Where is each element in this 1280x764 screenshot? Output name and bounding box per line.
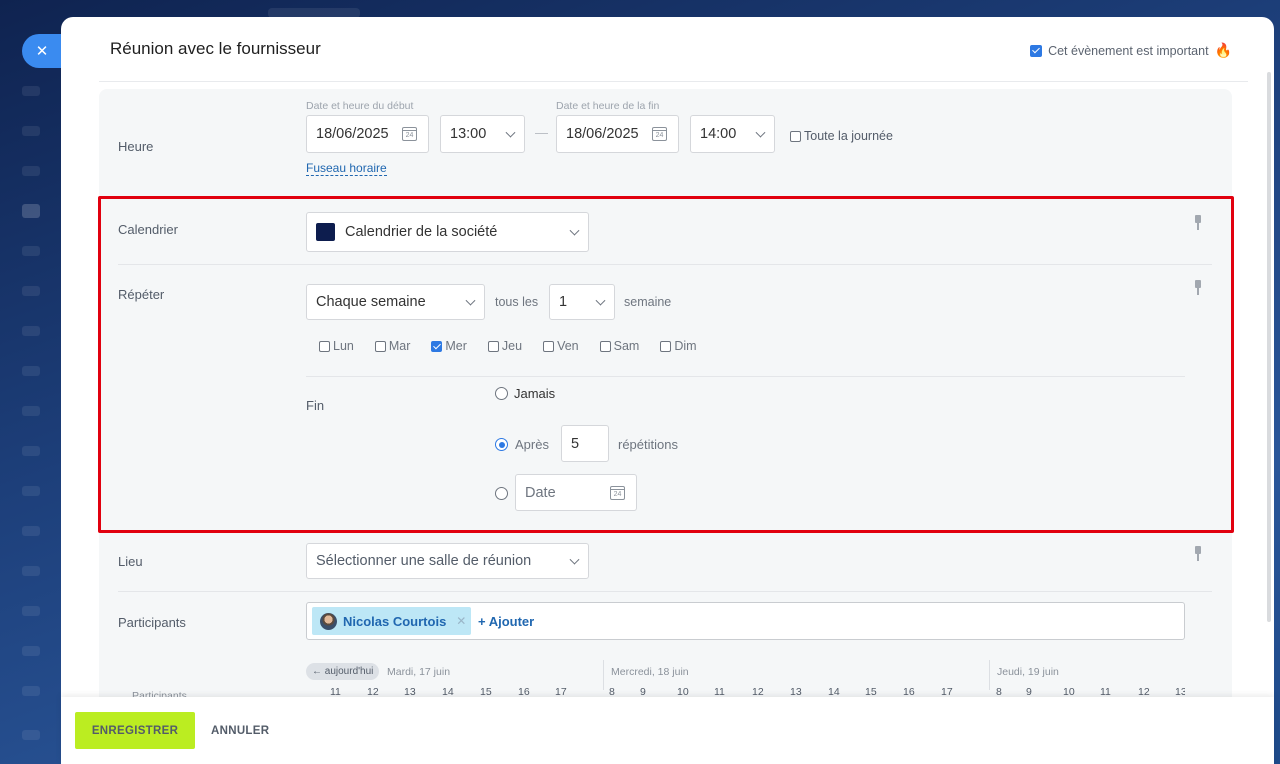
blurred-nav-item (22, 526, 40, 536)
background-sidebar (0, 0, 62, 764)
participants-selector[interactable]: Nicolas Courtois ✕ + Ajouter (306, 602, 1185, 640)
header-divider (99, 81, 1248, 82)
end-time-select[interactable]: 14:00 (690, 115, 775, 153)
blurred-nav-item (22, 326, 40, 336)
remove-participant-icon[interactable]: ✕ (456, 614, 466, 628)
time-label: Heure (118, 139, 154, 154)
all-day-checkbox[interactable]: Toute la journée (790, 129, 893, 143)
save-button[interactable]: ENREGISTRER (75, 712, 195, 749)
end-date-value: 18/06/2025 (566, 126, 639, 142)
timezone-link[interactable]: Fuseau horaire (306, 161, 387, 176)
add-participant-link[interactable]: + Ajouter (478, 614, 534, 629)
pin-icon[interactable] (1193, 546, 1203, 562)
calendar-icon-day: 24 (655, 132, 664, 139)
blurred-nav-item (22, 366, 40, 376)
important-checkbox[interactable] (1030, 44, 1043, 57)
event-edit-panel: Réunion avec le fournisseur Cet évènemen… (61, 17, 1274, 764)
time-separator: — (535, 125, 548, 140)
blurred-nav-item (22, 446, 40, 456)
checkbox-box[interactable] (790, 130, 801, 142)
flame-icon: 🔥 (1214, 42, 1232, 58)
panel-header: Réunion avec le fournisseur Cet évènemen… (61, 17, 1274, 81)
all-day-label: Toute la journée (804, 129, 893, 143)
blurred-nav-item (22, 86, 40, 96)
blurred-nav-item (22, 406, 40, 416)
event-title[interactable]: Réunion avec le fournisseur (110, 39, 321, 59)
start-time-value: 13:00 (450, 126, 487, 142)
participant-name[interactable]: Nicolas Courtois (343, 614, 446, 629)
avatar (320, 612, 337, 630)
close-icon: ✕ (35, 43, 49, 60)
location-label: Lieu (118, 554, 143, 569)
day-divider (989, 660, 990, 690)
cancel-button[interactable]: ANNULER (211, 712, 269, 749)
calendar-icon[interactable]: 24 (652, 127, 667, 141)
end-time-value: 14:00 (700, 126, 737, 142)
close-slider-button[interactable]: ✕ (22, 34, 62, 68)
chevron-down-icon (755, 127, 766, 138)
timeline-day-label: Jeudi, 19 juin (997, 666, 1059, 678)
chevron-down-icon (505, 127, 516, 138)
start-time-select[interactable]: 13:00 (440, 115, 525, 153)
blurred-nav-item (22, 204, 40, 218)
blurred-nav-item (22, 486, 40, 496)
location-placeholder: Sélectionner une salle de réunion (316, 553, 532, 569)
blurred-nav-item (22, 126, 40, 136)
blurred-nav-item (22, 730, 40, 740)
section-divider (118, 591, 1212, 592)
highlight-frame (98, 196, 1234, 533)
timeline-day-label: Mercredi, 18 juin (611, 666, 689, 678)
chevron-down-icon (569, 554, 580, 565)
footer-bar: ENREGISTRER ANNULER (61, 697, 1274, 764)
participant-chip[interactable]: Nicolas Courtois ✕ (312, 607, 471, 635)
timeline-day-label: Mardi, 17 juin (387, 666, 451, 678)
start-caption: Date et heure du début (306, 100, 414, 112)
important-label: Cet évènement est important (1048, 43, 1209, 58)
blurred-nav-item (22, 166, 40, 176)
today-button[interactable]: ← aujourd'hui (306, 663, 380, 680)
scrollbar[interactable] (1267, 72, 1271, 622)
blurred-nav-item (22, 566, 40, 576)
end-caption: Date et heure de la fin (556, 100, 660, 112)
day-divider (603, 660, 604, 690)
start-date-input[interactable]: 18/06/2025 24 (306, 115, 429, 153)
blurred-nav-item (22, 286, 40, 296)
blurred-nav-item (22, 686, 40, 696)
blurred-nav-item (22, 646, 40, 656)
start-date-value: 18/06/2025 (316, 126, 389, 142)
blurred-nav-item (22, 606, 40, 616)
important-toggle[interactable]: Cet évènement est important 🔥 (1030, 42, 1232, 59)
blurred-nav-item (22, 246, 40, 256)
participants-label: Participants (118, 615, 186, 630)
calendar-icon-day: 24 (405, 132, 414, 139)
location-select[interactable]: Sélectionner une salle de réunion (306, 543, 589, 579)
calendar-icon[interactable]: 24 (402, 127, 417, 141)
end-date-input[interactable]: 18/06/2025 24 (556, 115, 679, 153)
